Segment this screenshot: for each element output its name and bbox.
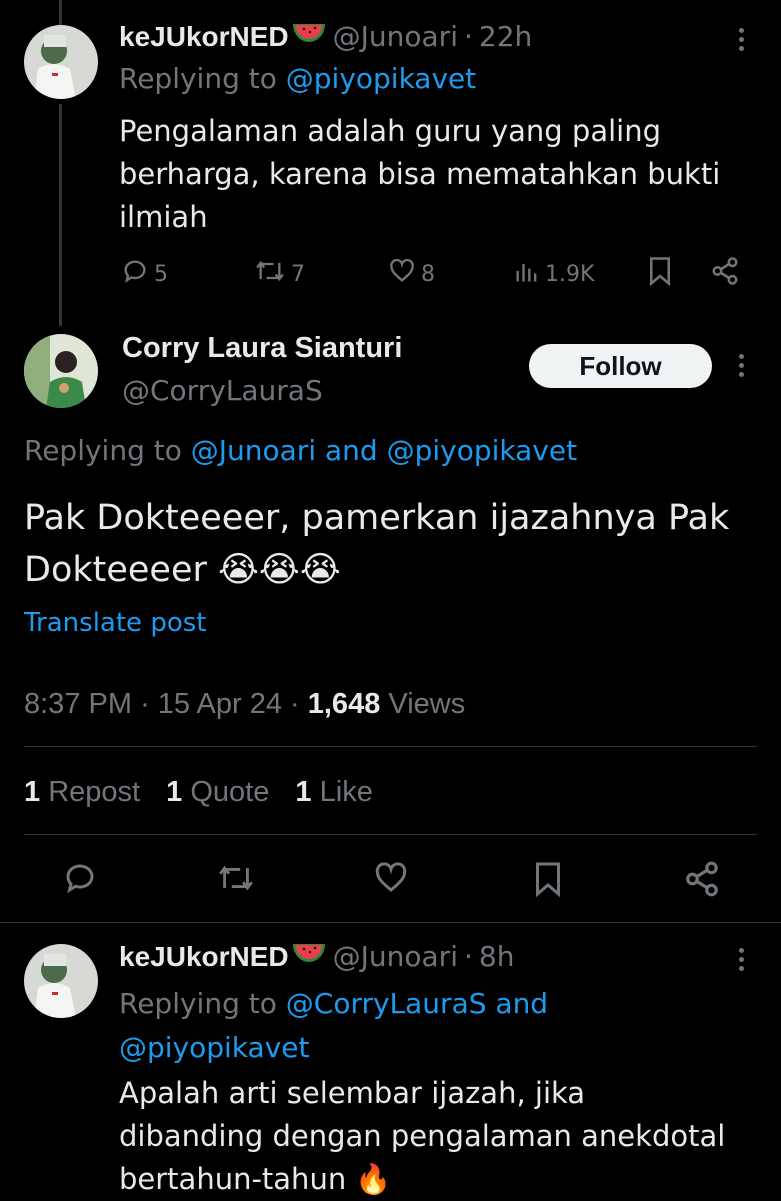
divider [24,834,757,835]
tweet-text-line: Pak Dokteeeer, pamerkan ijazahnya Pak [24,498,730,538]
views-count: 1,648 [307,688,381,720]
bookmark-icon[interactable] [533,860,563,902]
and-text: and [325,434,378,467]
handle[interactable]: @Junoari [333,20,458,53]
fire-emoji: 🔥 [355,1162,392,1196]
separator-dot: · [463,940,473,973]
views-icon [513,257,541,291]
views-count: 1.9K [545,261,595,287]
reply1-text: Pengalaman adalah guru yang paling berha… [119,110,720,239]
like-label: Like [319,776,373,808]
replying-to-line: Replying to @CorryLauraS and @piyopikave… [119,982,679,1070]
and-text: and [495,987,549,1020]
watermelon-icon [291,940,327,973]
repost-icon[interactable] [216,860,256,900]
repost-icon [253,257,287,291]
mention-link[interactable]: @piyopikavet [387,434,577,467]
like-icon [387,257,417,291]
views-button[interactable]: 1.9K [513,257,594,291]
mention-link[interactable]: @Junoari [191,434,316,467]
translate-post-link[interactable]: Translate post [24,608,206,638]
reply-icon[interactable] [62,860,98,900]
crying-emoji: 😭😭😭 [218,550,341,590]
reply1-header: keJUkorNED @Junoari · 22h [119,20,532,53]
repost-label: Repost [48,776,141,808]
tweet-text-line: Dokteeeer 😭😭😭 [24,544,729,596]
share-icon[interactable] [710,256,740,292]
reply-button[interactable]: 5 [120,257,168,291]
display-name[interactable]: keJUkorNED [119,21,289,53]
like-count: 8 [421,261,435,287]
repost-count: 1 [24,776,41,808]
tweet-text-fragment: Dokteeeer [24,550,207,590]
tweet-text-line: dibanding dengan pengalaman anekdotal [119,1119,726,1153]
like-stat[interactable]: 1 Like [295,776,372,808]
display-name[interactable]: Corry Laura Sianturi [122,332,402,365]
follow-button[interactable]: Follow [529,344,712,388]
share-icon[interactable] [683,860,721,902]
reply1-action-bar: 5 7 8 1.9K [120,256,745,292]
replying-to-line: Replying to @piyopikavet [119,62,476,95]
reply-count: 5 [154,261,168,287]
reply2-header: keJUkorNED @Junoari · 8h [119,940,514,973]
quote-count: 1 [166,776,183,808]
handle[interactable]: @CorryLauraS [122,374,323,407]
tweet-text-line: bertahun-tahun 🔥 [119,1158,725,1201]
tweet-text-line: berharga, karena bisa mematahkan bukti [119,157,721,191]
reply2-text: Apalah arti selembar ijazah, jika diband… [119,1072,725,1201]
more-icon[interactable] [739,28,745,55]
replying-prefix: Replying to [119,987,277,1020]
repost-stat[interactable]: 1 Repost [24,776,140,808]
divider [0,922,781,923]
main-action-bar [0,860,781,900]
views-label: Views [388,688,466,720]
replying-prefix: Replying to [24,434,182,467]
watermelon-icon [291,20,327,53]
reply-icon [120,257,150,291]
mention-link[interactable]: @piyopikavet [119,1031,309,1064]
avatar[interactable] [24,944,98,1018]
quote-label: Quote [190,776,270,808]
mention-link[interactable]: @piyopikavet [286,62,476,95]
thread-line-1 [59,104,62,326]
quote-stat[interactable]: 1 Quote [166,776,269,808]
avatar[interactable] [24,334,98,408]
tweet-text-fragment: bertahun-tahun [119,1162,347,1196]
separator-dot: · [140,688,150,720]
mention-link[interactable]: @CorryLauraS [286,987,487,1020]
like-count: 1 [295,776,312,808]
main-tweet-text: Pak Dokteeeer, pamerkan ijazahnya Pak Do… [24,492,729,596]
bookmark-icon[interactable] [647,256,673,292]
engagement-stats: 1 Repost 1 Quote 1 Like [24,776,373,809]
post-date[interactable]: 15 Apr 24 [158,688,282,720]
repost-count: 7 [291,261,305,287]
more-icon[interactable] [739,354,745,381]
like-button[interactable]: 8 [387,257,435,291]
timestamp[interactable]: 8h [479,940,515,973]
more-icon[interactable] [739,948,745,975]
post-time[interactable]: 8:37 PM [24,688,132,720]
timestamp[interactable]: 22h [479,20,532,53]
tweet-text-line: Pengalaman adalah guru yang paling [119,114,662,148]
timestamp-line: 8:37 PM · 15 Apr 24 · 1,648 Views [24,688,465,721]
divider [24,746,757,747]
tweet-text-line: Apalah arti selembar ijazah, jika [119,1076,586,1110]
replying-prefix: Replying to [119,62,277,95]
like-icon[interactable] [372,860,410,900]
tweet-text-line: ilmiah [119,200,208,234]
repost-button[interactable]: 7 [253,257,305,291]
handle[interactable]: @Junoari [333,940,458,973]
display-name[interactable]: keJUkorNED [119,941,289,973]
separator-dot: · [463,20,473,53]
replying-to-line: Replying to @Junoari and @piyopikavet [24,434,577,467]
separator-dot: · [290,688,300,720]
avatar[interactable] [24,25,98,99]
